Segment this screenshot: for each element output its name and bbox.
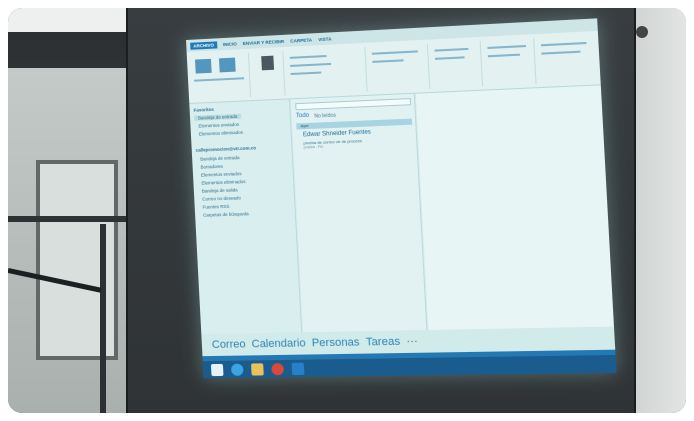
window-mullion — [8, 216, 133, 222]
move-line — [434, 48, 468, 52]
chrome-icon[interactable] — [271, 362, 284, 374]
folder-deleted[interactable]: Elementos eliminados — [201, 179, 245, 186]
internet-explorer-icon[interactable] — [231, 363, 244, 375]
folder-inbox-favorite[interactable]: Bandeja de entrada — [194, 114, 242, 121]
window-frame — [100, 224, 106, 413]
favorites-header[interactable]: Favoritos — [194, 107, 214, 113]
ribbon-group-eliminar — [251, 51, 286, 97]
group-header: Ayer — [296, 119, 412, 130]
folder-outbox[interactable]: Bandeja de salida — [202, 187, 238, 193]
ribbon-group-mover — [430, 41, 483, 89]
reading-pane — [416, 85, 614, 330]
folder-inbox[interactable]: Bandeja de entrada — [200, 155, 240, 162]
nav-correo[interactable]: Correo — [212, 338, 246, 351]
folder-junk[interactable]: Correo no deseado — [202, 195, 241, 201]
message-preview: prueba - Fin — [304, 145, 324, 150]
new-email-icon[interactable] — [195, 59, 212, 74]
tags-line — [488, 54, 520, 58]
tab-inicio[interactable]: INICIO — [223, 41, 237, 47]
forward-line — [291, 72, 322, 76]
quick-step-line — [372, 50, 418, 54]
filter-all[interactable]: Todo — [296, 113, 310, 120]
photo: ARCHIVO INICIO ENVIAR Y RECIBIR CARPETA … — [8, 8, 686, 413]
tab-carpeta[interactable]: CARPETA — [290, 37, 312, 43]
ribbon-group-responder — [285, 47, 367, 96]
message-list: Todo No leídos Ayer Edwar Shneider Fuent… — [291, 94, 427, 333]
rules-line — [435, 56, 465, 60]
tab-enviar-recibir[interactable]: ENVIAR Y RECIBIR — [243, 38, 285, 45]
account-header[interactable]: callepromocion@vtr.com.co — [196, 145, 257, 152]
folder-sent-favorite[interactable]: Elementos enviados — [198, 122, 239, 129]
classroom-window — [8, 68, 133, 413]
quick-step-line — [372, 59, 403, 63]
tab-vista[interactable]: VISTA — [318, 36, 332, 42]
nav-tareas[interactable]: Tareas — [365, 336, 400, 349]
delete-icon[interactable] — [261, 56, 274, 71]
tab-archivo[interactable]: ARCHIVO — [190, 41, 217, 49]
ribbon-label-line — [194, 77, 244, 81]
wall-screw — [636, 26, 648, 38]
search-people-line — [541, 42, 587, 46]
projected-outlook-window: ARCHIVO INICIO ENVIAR Y RECIBIR CARPETA … — [186, 18, 616, 378]
new-items-icon[interactable] — [219, 58, 236, 73]
folder-deleted-favorite[interactable]: Elementos eliminados — [199, 130, 243, 137]
address-book-line — [541, 51, 580, 55]
message-sender[interactable]: Edwar Shneider Fuentes — [303, 129, 371, 138]
folder-search[interactable]: Carpetas de búsqueda — [203, 211, 249, 217]
tags-line — [487, 45, 526, 49]
search-input[interactable] — [295, 98, 411, 110]
windows-start-icon[interactable] — [211, 363, 224, 375]
nav-personas[interactable]: Personas — [311, 336, 359, 349]
nav-calendario[interactable]: Calendario — [251, 337, 306, 350]
nav-more[interactable]: ··· — [406, 335, 418, 348]
filter-unread[interactable]: No leídos — [314, 113, 336, 120]
ribbon-group-etiquetas — [483, 38, 537, 86]
reply-line — [290, 55, 327, 59]
ribbon-group-buscar — [536, 35, 598, 84]
reply-all-line — [290, 63, 331, 67]
folder-pane: Favoritos Bandeja de entrada Elementos e… — [189, 99, 302, 334]
folder-rss[interactable]: Fuentes RSS — [203, 204, 230, 210]
ribbon-group-pasos-rapidos — [367, 44, 430, 92]
outlook-icon[interactable] — [292, 362, 305, 374]
folder-sent[interactable]: Elementos enviados — [201, 171, 242, 178]
folder-drafts[interactable]: Borradores — [200, 164, 223, 170]
ribbon-group-nuevo — [189, 53, 251, 100]
file-explorer-icon[interactable] — [251, 363, 264, 375]
